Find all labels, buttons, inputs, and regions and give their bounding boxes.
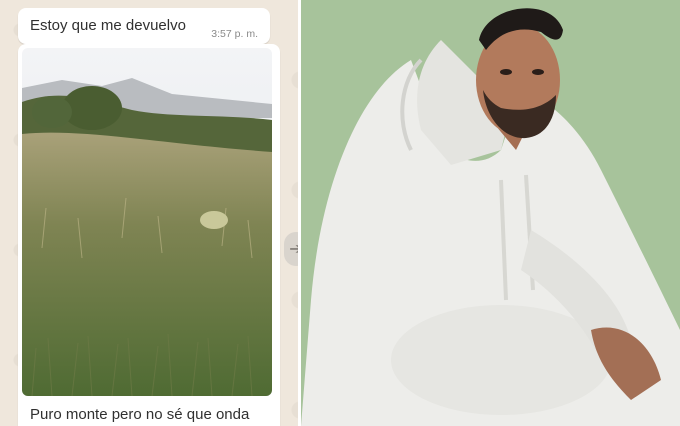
image-message-bubble[interactable]: Puro monte pero no sé que onda (18, 44, 280, 426)
field-photo-image (22, 48, 272, 396)
message-bubble[interactable]: Estoy que me devuelvo 3:57 p. m. (18, 8, 270, 44)
message-time: 3:57 p. m. (211, 28, 258, 40)
chat-panel: Estoy que me devuelvo 3:57 p. m. Puro mo… (0, 0, 300, 426)
message-text: Estoy que me devuelvo (30, 17, 186, 34)
field-photo[interactable] (22, 48, 272, 396)
portrait-photo (301, 0, 680, 426)
man-in-hoodie-image (301, 0, 680, 426)
image-caption: Puro monte pero no sé que onda (30, 406, 250, 423)
